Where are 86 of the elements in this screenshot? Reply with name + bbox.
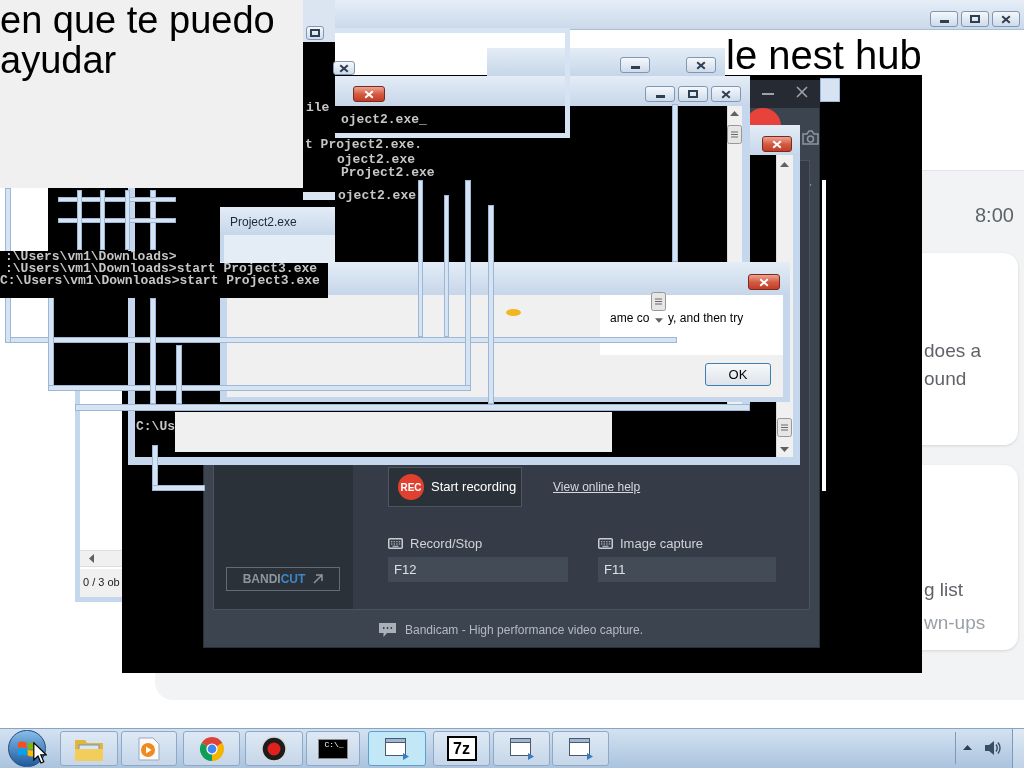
close-icon [759,277,769,287]
keyboard-icon [598,538,613,549]
page-heading: le nest hub [726,36,922,74]
scroll-up-icon[interactable] [730,111,739,116]
console-text: C:\Us [136,421,175,433]
close-icon [339,63,349,73]
tricolor-circle-icon [198,735,225,762]
taskbar-button[interactable] [552,731,609,766]
close-icon [1001,14,1011,24]
record-button[interactable]: REC Start recording [388,467,522,507]
maximize-button[interactable] [961,11,989,27]
taskbar-button[interactable] [245,731,303,766]
caret-up-icon[interactable] [963,745,972,750]
card-title: does a ound [924,339,983,391]
play-icon [138,736,160,761]
close-icon [364,89,374,99]
console-text: oject2.exe_ [341,114,427,126]
chat-bubble-icon [379,623,396,637]
console-text: :\Users\vm1\Downloads>start Project3.exe [0,263,328,275]
close-button[interactable] [353,86,385,102]
close-icon [772,139,782,149]
card-title: g list [924,578,965,602]
minimize-icon [655,95,665,98]
window-icon [509,737,534,760]
hotkey-label: Image capture [620,536,704,552]
hotkey-label: Record/Stop [410,536,483,552]
scroll-up-icon[interactable] [780,162,789,167]
close-icon[interactable] [796,86,808,98]
rec-badge: REC [398,474,424,500]
speaker-icon[interactable] [984,740,1001,756]
status-text: 0 / 3 ob [83,575,120,589]
window-title: Project2.exe [230,215,297,229]
record-icon [261,735,287,762]
card-subtitle: wn-ups [924,611,987,635]
console-text: t Project2.exe. [305,139,423,151]
hotkey-field[interactable]: F12 [388,557,568,582]
window-icon [568,737,593,760]
close-button[interactable] [992,11,1020,27]
close-icon [721,89,731,99]
maximize-icon [970,15,980,23]
hotkey-field[interactable]: F11 [598,557,776,582]
minimize-button[interactable] [930,11,958,27]
help-link[interactable]: View online help [553,480,641,495]
cursor-icon [33,742,47,764]
minimize-icon [939,20,949,23]
maximize-icon [688,90,698,98]
close-button[interactable] [762,136,792,152]
scrollbar-thumb[interactable] [727,125,742,144]
chat-message: en que te puedo ayudar [0,0,276,80]
console-text: oject2.exe [337,154,415,166]
dialog-message: y, and then try [668,311,744,325]
close-icon [696,60,706,70]
close-button[interactable] [333,61,355,75]
window-icon [385,737,409,760]
scrollbar-thumb[interactable] [651,292,666,311]
taskbar-button[interactable] [493,731,550,766]
scroll-left-icon[interactable] [89,554,94,563]
scrollbar-thumb[interactable] [777,418,792,437]
taskbar-button[interactable]: 7z [433,731,490,766]
minimize-button[interactable] [645,86,675,102]
console-text: C:\Users\vm1\Downloads>start Project3.exe [0,275,328,298]
console-text: Project2.exe [341,167,435,179]
footer-text: Bandicam - High performance video capture. [405,622,644,638]
keyboard-icon [388,538,403,549]
taskbar-button[interactable]: C:\_ [306,731,360,766]
scroll-down-icon[interactable] [780,447,789,452]
bandicut-button[interactable]: BANDICUT [226,567,340,591]
console-text: oject2.exe [338,190,416,202]
scroll-down-icon[interactable] [655,318,663,323]
ellipse-icon [506,309,521,316]
dialog-message: ame co [610,311,650,325]
time-label: 8:00 [975,203,1014,227]
close-button[interactable] [711,86,741,102]
maximize-icon [310,29,320,37]
console-text: ile [306,102,330,114]
camera-icon[interactable] [802,130,819,145]
arrow-icon [313,574,324,584]
ok-button[interactable]: OK [705,363,771,386]
minimize-icon [630,66,640,69]
minimize-button[interactable] [620,57,650,73]
window-border [820,78,840,102]
close-button[interactable] [686,57,716,73]
maximize-button[interactable] [678,86,708,102]
taskbar-button[interactable] [368,731,426,766]
close-button[interactable] [748,274,780,290]
maximize-button[interactable] [306,26,324,40]
